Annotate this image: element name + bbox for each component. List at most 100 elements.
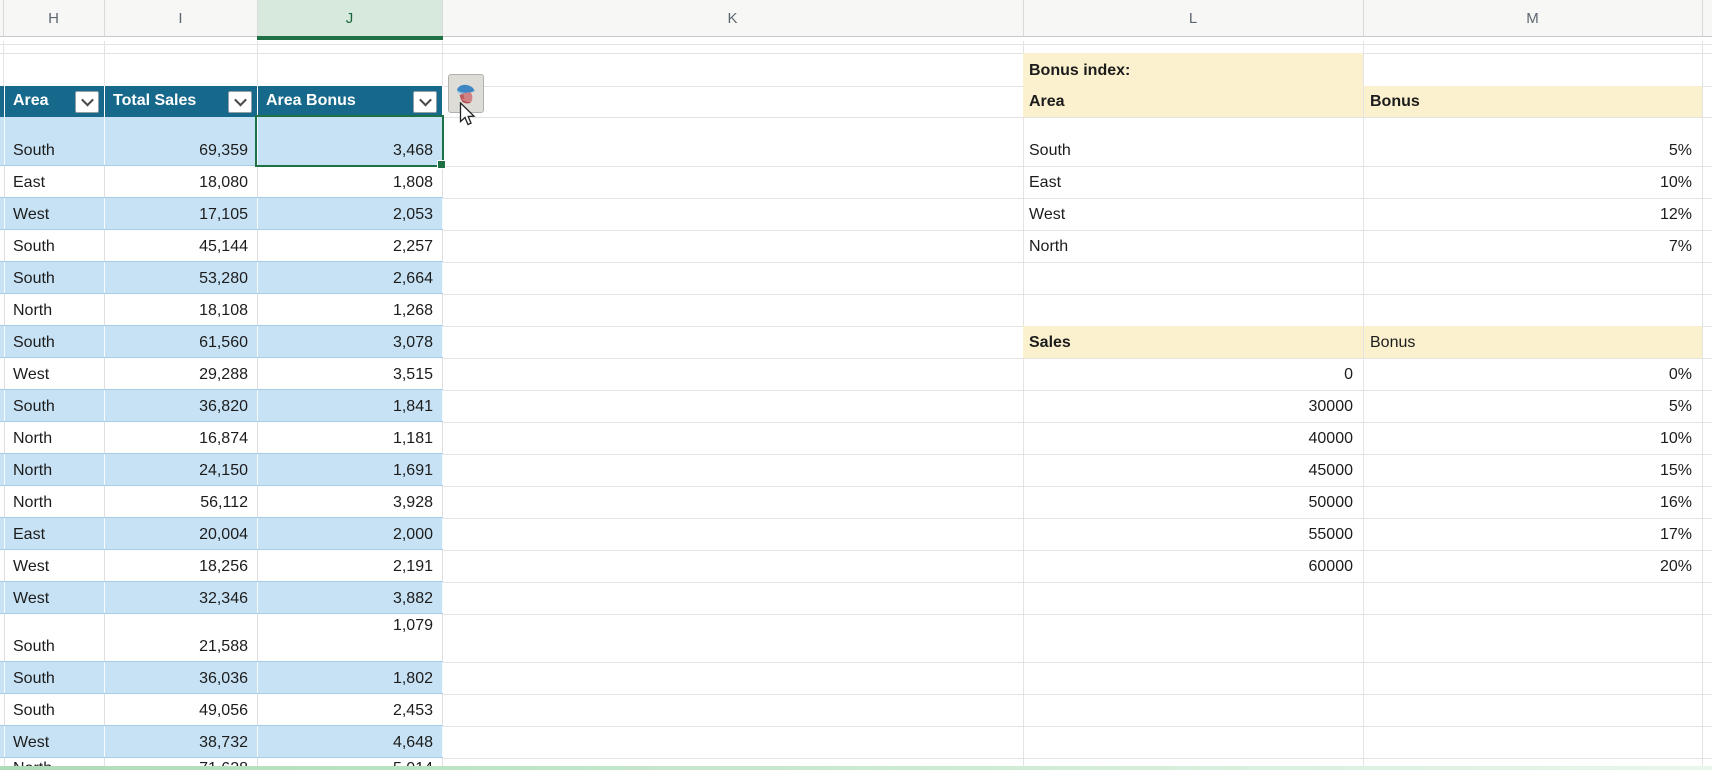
cell-area-bonus[interactable]: 2,000 [258,518,443,549]
cell-total-sales[interactable]: 38,732 [105,726,258,757]
cell-area-bonus[interactable]: 3,928 [258,486,443,517]
filter-button[interactable] [228,91,252,113]
cell-area-bonus[interactable]: 3,882 [258,582,443,613]
cell-total-sales[interactable]: 24,150 [105,454,258,485]
cell-total-sales[interactable]: 29,288 [105,358,258,389]
cell-area-bonus[interactable]: 4,648 [258,726,443,757]
sales-threshold-cell[interactable]: 0 [1023,358,1363,390]
cell-total-sales[interactable]: 16,874 [105,422,258,453]
cell-area-bonus[interactable]: 1,841 [258,390,443,421]
cell-total-sales[interactable]: 18,108 [105,294,258,325]
cell-area-bonus[interactable]: 2,191 [258,550,443,581]
cell-total-sales[interactable]: 45,144 [105,230,258,261]
cell-total-sales[interactable]: 53,280 [105,262,258,293]
cell-total-sales[interactable]: 17,105 [105,198,258,229]
cell-area[interactable]: East [5,518,105,549]
sales-threshold-cell[interactable]: 30000 [1023,390,1363,422]
cell-area[interactable]: West [5,198,105,229]
column-header-I[interactable]: I [104,0,257,36]
bonus-index-percent-cell[interactable]: 5% [1364,117,1702,166]
cell-area-bonus[interactable]: 3,078 [258,326,443,357]
cell-total-sales[interactable]: 36,036 [105,662,258,693]
cell-area-bonus[interactable]: 1,181 [258,422,443,453]
cell-total-sales[interactable]: 56,112 [105,486,258,517]
cell-total-sales[interactable]: 61,560 [105,326,258,357]
sales-header-cell[interactable]: Sales [1023,326,1363,358]
bonus-index-area-cell[interactable]: South [1023,117,1363,166]
table-header-area-bonus[interactable]: Area Bonus [258,86,443,117]
sales-threshold-cell[interactable]: 45000 [1023,454,1363,486]
cell-area[interactable]: West [5,582,105,613]
cell-area[interactable]: West [5,358,105,389]
column-header-K[interactable]: K [442,0,1023,36]
cell-area[interactable]: North [5,422,105,453]
cell-area-bonus[interactable]: 1,079 [258,614,443,661]
cell-area[interactable]: West [5,726,105,757]
cell-area[interactable]: East [5,166,105,197]
cell-area-bonus[interactable]: 1,808 [258,166,443,197]
bonus-index-area-cell[interactable]: West [1023,198,1363,230]
cell-total-sales[interactable]: 49,056 [105,694,258,725]
cell-area[interactable]: South [5,117,105,165]
cell-area[interactable]: West [5,550,105,581]
column-separator [1023,0,1024,36]
cell-area[interactable]: South [5,694,105,725]
sales-bonus-percent-cell[interactable]: 20% [1364,550,1702,582]
column-header-M[interactable]: M [1363,0,1702,36]
cell-total-sales[interactable]: 32,346 [105,582,258,613]
cell-total-sales[interactable]: 21,588 [105,614,258,661]
bonus-index-area-cell[interactable]: East [1023,166,1363,198]
bonus-index-percent-cell[interactable]: 10% [1364,166,1702,198]
bonus-index-percent-cell[interactable]: 7% [1364,230,1702,262]
cell-area-bonus[interactable]: 2,453 [258,694,443,725]
cell-area[interactable]: South [5,614,105,661]
table-header-area[interactable]: Area [5,86,105,117]
cell-area[interactable]: North [5,454,105,485]
cell-area[interactable]: North [5,294,105,325]
bonus-index-title-cell[interactable]: Bonus index: [1023,53,1363,86]
cell-area-bonus[interactable]: 2,257 [258,230,443,261]
bonus-index-percent-cell[interactable]: 12% [1364,198,1702,230]
cell-area-bonus[interactable]: 1,268 [258,294,443,325]
filter-button[interactable] [75,91,99,113]
fill-handle[interactable] [437,160,446,169]
sales-bonus-percent-cell[interactable]: 16% [1364,486,1702,518]
sales-threshold-cell[interactable]: 40000 [1023,422,1363,454]
sales-bonus-header-cell[interactable]: Bonus [1364,326,1702,358]
column-header-L[interactable]: L [1023,0,1363,36]
sales-threshold-cell[interactable]: 60000 [1023,550,1363,582]
cell-area[interactable]: South [5,262,105,293]
cell-area[interactable]: South [5,326,105,357]
sales-threshold-cell[interactable]: 50000 [1023,486,1363,518]
cell-area-bonus[interactable]: 1,802 [258,662,443,693]
cell-area[interactable]: South [5,390,105,421]
bonus-index-area-cell[interactable]: North [1023,230,1363,262]
selected-cell-outline[interactable] [255,115,444,167]
cell-area[interactable]: North [5,486,105,517]
cell-area-bonus[interactable]: 2,053 [258,198,443,229]
sales-bonus-percent-cell[interactable]: 0% [1364,358,1702,390]
filter-button[interactable] [413,91,437,113]
gridline-h [443,262,1712,263]
table-header-total-sales[interactable]: Total Sales [105,86,258,117]
cell-total-sales[interactable]: 36,820 [105,390,258,421]
cell-area-bonus[interactable]: 2,664 [258,262,443,293]
bonus-header-cell[interactable]: Bonus [1364,86,1702,117]
sales-bonus-percent-cell[interactable]: 10% [1364,422,1702,454]
cell-area-bonus[interactable]: 1,691 [258,454,443,485]
cell-total-sales[interactable]: 18,080 [105,166,258,197]
cell-total-sales[interactable]: 69,359 [105,117,258,165]
cell-area[interactable]: South [5,230,105,261]
cell-total-sales[interactable]: 18,256 [105,550,258,581]
cell-area-bonus[interactable]: 3,515 [258,358,443,389]
cell-area[interactable]: South [5,662,105,693]
cell-total-sales[interactable]: 20,004 [105,518,258,549]
sales-bonus-percent-cell[interactable]: 15% [1364,454,1702,486]
sales-threshold-cell[interactable]: 55000 [1023,518,1363,550]
column-header-H[interactable]: H [3,0,104,36]
column-header-J[interactable]: J [257,0,442,36]
sales-bonus-percent-cell[interactable]: 5% [1364,390,1702,422]
area-header-cell[interactable]: Area [1023,86,1363,117]
bonus-index-title: Bonus index: [1029,62,1130,80]
sales-bonus-percent-cell[interactable]: 17% [1364,518,1702,550]
